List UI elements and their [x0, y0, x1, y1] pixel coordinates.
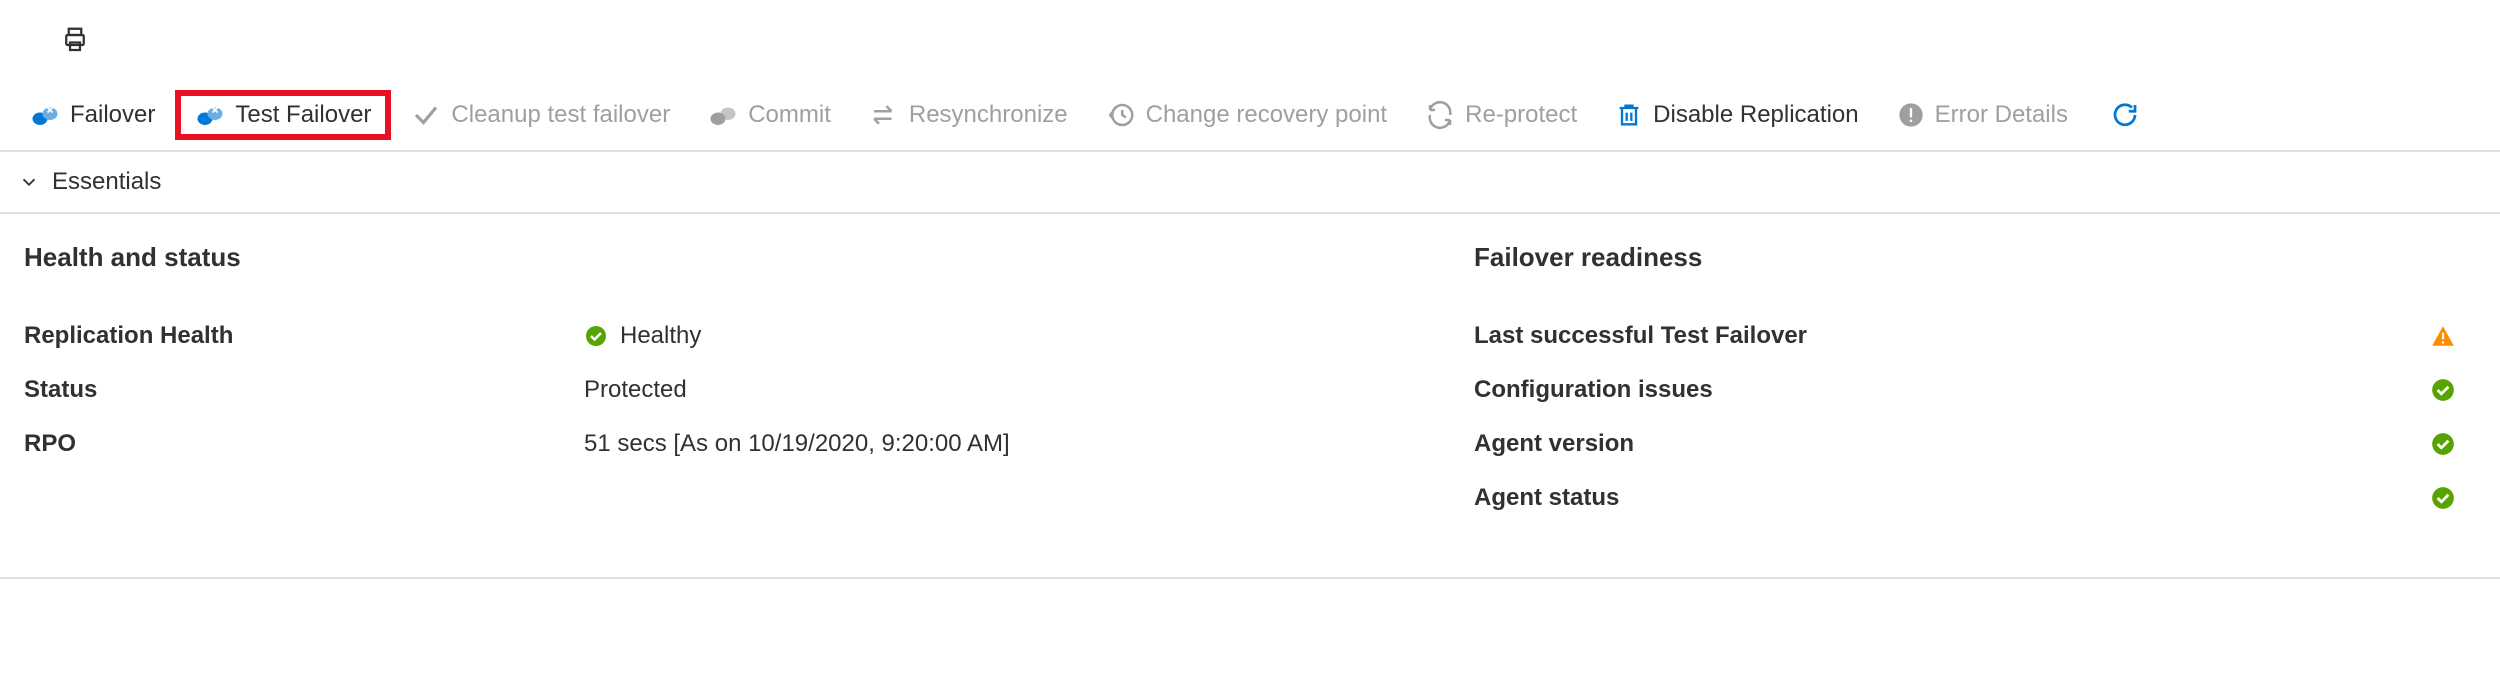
failover-button[interactable]: Failover	[12, 90, 173, 140]
refresh-button[interactable]	[2092, 90, 2158, 140]
commit-label: Commit	[748, 101, 831, 129]
last-test-failover-row: Last successful Test Failover	[1474, 321, 2456, 351]
cleanup-test-failover-button: Cleanup test failover	[393, 90, 688, 140]
chevron-down-icon	[18, 171, 40, 193]
disable-replication-button[interactable]: Disable Replication	[1597, 91, 1876, 139]
error-details-label: Error Details	[1935, 101, 2068, 129]
check-circle-icon	[584, 324, 608, 348]
check-circle-icon	[2430, 377, 2456, 403]
resync-icon	[869, 100, 899, 130]
config-issues-label: Configuration issues	[1474, 376, 1713, 404]
health-title: Health and status	[24, 242, 1474, 273]
warning-icon	[2430, 323, 2456, 349]
test-failover-button[interactable]: Test Failover	[175, 90, 391, 140]
essentials-toggle[interactable]: Essentials	[0, 152, 2500, 214]
check-circle-icon	[2430, 485, 2456, 511]
agent-status-row: Agent status	[1474, 483, 2456, 513]
resynchronize-button: Resynchronize	[851, 90, 1086, 140]
rpo-label: RPO	[24, 430, 584, 458]
failover-icon	[30, 100, 60, 130]
replication-health-label: Replication Health	[24, 322, 584, 350]
status-label: Status	[24, 376, 584, 404]
checkmark-icon	[411, 100, 441, 130]
history-icon	[1106, 100, 1136, 130]
trash-icon	[1615, 101, 1643, 129]
status-row: Status Protected	[24, 375, 1474, 405]
error-details-button: Error Details	[1879, 91, 2086, 139]
rpo-row: RPO 51 secs [As on 10/19/2020, 9:20:00 A…	[24, 429, 1474, 459]
health-and-status-section: Health and status Replication Health Hea…	[24, 242, 1474, 537]
print-icon[interactable]	[60, 25, 90, 55]
reprotect-label: Re-protect	[1465, 101, 1577, 129]
config-issues-row: Configuration issues	[1474, 375, 2456, 405]
reprotect-button: Re-protect	[1407, 90, 1595, 140]
readiness-title: Failover readiness	[1474, 242, 2456, 273]
content-area: Health and status Replication Health Hea…	[0, 214, 2500, 579]
commit-button: Commit	[690, 90, 849, 140]
refresh-icon	[2110, 100, 2140, 130]
essentials-label: Essentials	[52, 168, 161, 196]
change-recovery-label: Change recovery point	[1146, 101, 1387, 129]
status-value: Protected	[584, 376, 687, 404]
agent-status-label: Agent status	[1474, 484, 1619, 512]
agent-version-row: Agent version	[1474, 429, 2456, 459]
test-failover-icon	[195, 100, 225, 130]
disable-replication-label: Disable Replication	[1653, 101, 1858, 129]
error-icon	[1897, 101, 1925, 129]
reprotect-icon	[1425, 100, 1455, 130]
failover-readiness-section: Failover readiness Last successful Test …	[1474, 242, 2476, 537]
commit-icon	[708, 100, 738, 130]
test-failover-label: Test Failover	[235, 101, 371, 129]
agent-version-label: Agent version	[1474, 430, 1634, 458]
replication-health-text: Healthy	[620, 322, 701, 350]
replication-health-value: Healthy	[584, 322, 701, 350]
cleanup-label: Cleanup test failover	[451, 101, 670, 129]
change-recovery-point-button: Change recovery point	[1088, 90, 1405, 140]
rpo-value: 51 secs [As on 10/19/2020, 9:20:00 AM]	[584, 430, 1010, 458]
replication-health-row: Replication Health Healthy	[24, 321, 1474, 351]
check-circle-icon	[2430, 431, 2456, 457]
last-test-label: Last successful Test Failover	[1474, 322, 1807, 350]
resync-label: Resynchronize	[909, 101, 1068, 129]
command-bar: Failover Test Failover Cleanup test fail…	[0, 80, 2500, 152]
failover-label: Failover	[70, 101, 155, 129]
